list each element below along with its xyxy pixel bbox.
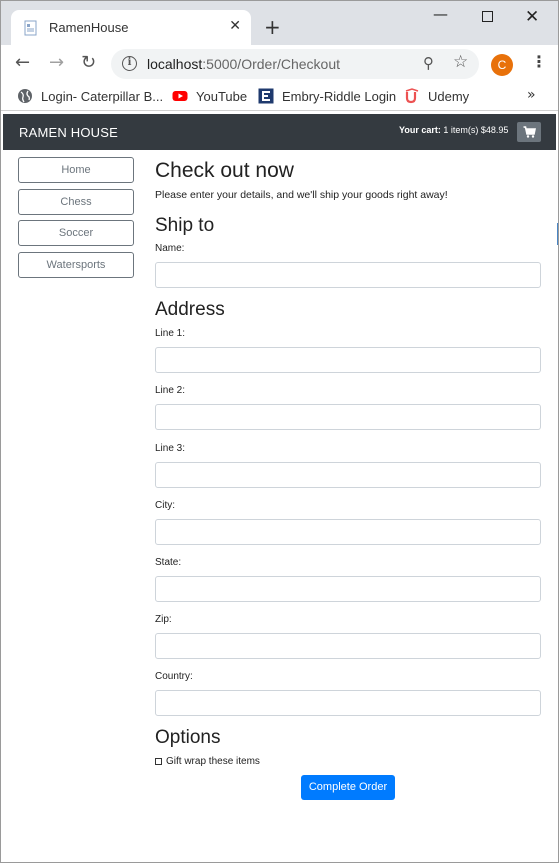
brand-title[interactable]: RAMEN HOUSE xyxy=(19,125,118,140)
category-sidebar: Home Chess Soccer Watersports xyxy=(18,157,135,283)
tab-strip: RamenHouse ✕ + — ✕ xyxy=(1,1,558,45)
bookmark-item[interactable]: Udemy xyxy=(404,88,469,104)
line3-label: Line 3: xyxy=(155,443,186,454)
city-label: City: xyxy=(155,500,175,511)
bookmark-item[interactable]: Embry-Riddle Login xyxy=(258,88,396,104)
browser-tab[interactable]: RamenHouse ✕ xyxy=(11,10,251,45)
erau-icon xyxy=(258,88,274,104)
giftwrap-checkbox[interactable] xyxy=(155,758,162,765)
bookmark-label: Udemy xyxy=(428,88,470,104)
page-lead: Please enter your details, and we'll shi… xyxy=(155,189,448,201)
line1-label: Line 1: xyxy=(155,328,186,339)
name-label: Name: xyxy=(155,243,185,254)
globe-icon xyxy=(18,89,32,103)
tab-title: RamenHouse xyxy=(49,20,129,35)
line2-input[interactable] xyxy=(155,404,541,430)
ship-to-heading: Ship to xyxy=(155,215,215,236)
giftwrap-option[interactable]: Gift wrap these items xyxy=(155,756,260,767)
menu-dots-icon[interactable]: ⋮ xyxy=(531,54,547,70)
zip-label: Zip: xyxy=(155,614,172,625)
forward-arrow-icon[interactable]: → xyxy=(49,53,64,73)
category-chess-button[interactable]: Chess xyxy=(18,188,134,215)
back-arrow-icon[interactable]: ← xyxy=(15,53,30,73)
bookmark-label: Embry-Riddle Login xyxy=(282,88,397,104)
address-heading: Address xyxy=(155,299,225,320)
giftwrap-label: Gift wrap these items xyxy=(166,756,260,767)
page-title: Check out now xyxy=(155,159,294,182)
city-input[interactable] xyxy=(155,519,541,545)
bookmark-item[interactable]: Login- Caterpillar B... xyxy=(17,88,163,104)
line2-label: Line 2: xyxy=(155,385,186,396)
url-text[interactable]: localhost:5000/Order/Checkout xyxy=(147,56,340,72)
youtube-icon xyxy=(172,91,188,101)
udemy-icon xyxy=(405,88,419,104)
bookmark-label: Login- Caterpillar B... xyxy=(41,88,164,104)
new-tab-icon[interactable]: + xyxy=(264,17,281,37)
close-tab-icon[interactable]: ✕ xyxy=(229,18,241,34)
browser-window: RamenHouse ✕ + — ✕ ← → ↻ i localhost:500… xyxy=(0,0,559,863)
category-watersports-button[interactable]: Watersports xyxy=(18,251,134,278)
app-navbar: RAMEN HOUSE Your cart: 1 item(s) $48.95 xyxy=(3,114,556,150)
bookmark-label: YouTube xyxy=(196,88,248,104)
profile-avatar[interactable]: C xyxy=(491,54,513,76)
state-input[interactable] xyxy=(155,576,541,602)
line3-input[interactable] xyxy=(155,462,541,488)
browser-toolbar: ← → ↻ i localhost:5000/Order/Checkout ⚲ … xyxy=(1,45,558,84)
info-icon[interactable]: i xyxy=(122,56,137,71)
options-heading: Options xyxy=(155,727,221,748)
maximize-icon[interactable] xyxy=(482,11,493,22)
url-path: :5000/Order/Checkout xyxy=(202,56,341,72)
url-host: localhost xyxy=(147,56,203,72)
more-bookmarks-icon[interactable]: » xyxy=(527,87,536,103)
cart-detail: 1 item(s) $48.95 xyxy=(443,125,509,135)
name-input[interactable] xyxy=(155,262,541,288)
country-input[interactable] xyxy=(155,690,541,716)
reload-icon[interactable]: ↻ xyxy=(81,53,96,73)
address-bar[interactable]: i localhost:5000/Order/Checkout ⚲ ☆ xyxy=(111,49,479,79)
bookmark-star-icon[interactable]: ☆ xyxy=(453,52,468,72)
minimize-icon[interactable]: — xyxy=(433,5,448,23)
state-label: State: xyxy=(155,557,182,568)
zip-input[interactable] xyxy=(155,633,541,659)
close-window-icon[interactable]: ✕ xyxy=(525,7,539,27)
cart-label: Your cart: xyxy=(399,125,441,135)
cart-button[interactable] xyxy=(517,122,541,142)
cart-icon xyxy=(523,126,536,138)
zoom-icon[interactable]: ⚲ xyxy=(423,54,434,72)
category-home-button[interactable]: Home xyxy=(18,157,134,183)
category-soccer-button[interactable]: Soccer xyxy=(18,220,134,246)
complete-order-button[interactable]: Complete Order xyxy=(301,775,395,800)
page-icon xyxy=(24,20,37,35)
line1-input[interactable] xyxy=(155,347,541,373)
bookmarks-bar: Login- Caterpillar B... YouTube Embry-Ri… xyxy=(1,84,558,111)
bookmark-item[interactable]: YouTube xyxy=(172,88,247,104)
cart-summary: Your cart: 1 item(s) $48.95 xyxy=(399,125,508,135)
country-label: Country: xyxy=(155,671,193,682)
